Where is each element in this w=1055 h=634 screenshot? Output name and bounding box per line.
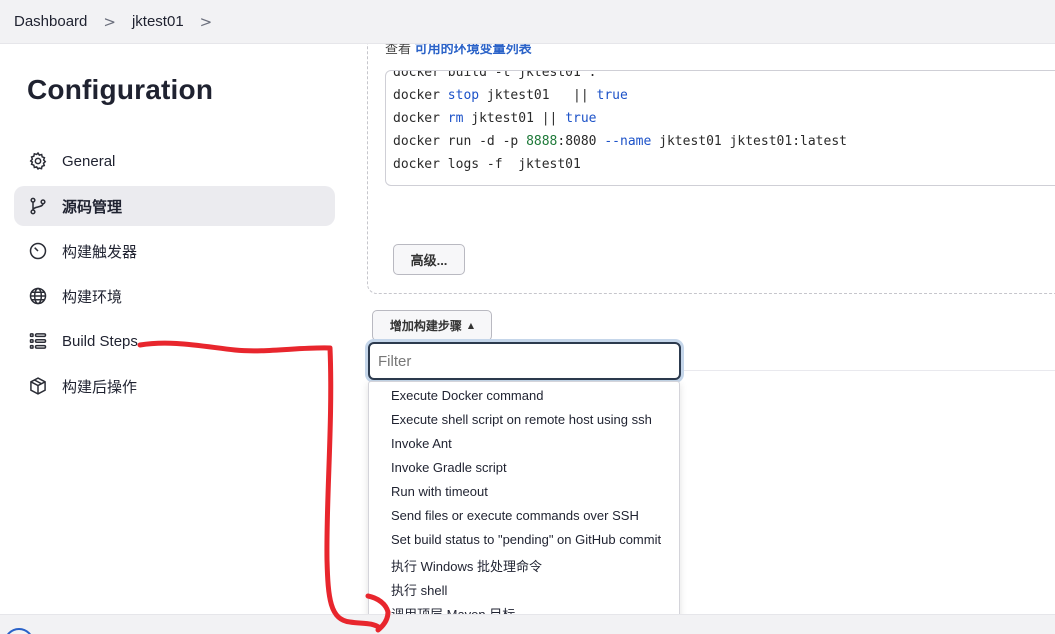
shell-command-editor[interactable]: docker build -t jktest01 . docker stop j…: [385, 70, 1055, 186]
sidebar: Configuration General 源码管理 构建触发器 构建环境 Bu…: [0, 44, 350, 614]
code-line: docker stop jktest01 || true: [393, 88, 628, 103]
package-icon: [27, 375, 49, 397]
code-line: docker rm jktest01 || true: [393, 111, 597, 126]
env-vars-hint: 查看 可用的环境变量列表: [385, 44, 532, 57]
filter-field[interactable]: [368, 342, 681, 380]
timer-icon: [27, 240, 49, 262]
sidebar-item-build-steps[interactable]: Build Steps: [14, 321, 335, 361]
code-line: docker build -t jktest01 .: [393, 70, 597, 80]
sidebar-item-general[interactable]: General: [14, 141, 335, 181]
menu-item-execute-docker[interactable]: Execute Docker command: [391, 388, 543, 403]
page-footer: [0, 614, 1055, 634]
menu-item-execute-shell-remote[interactable]: Execute shell script on remote host usin…: [391, 412, 652, 427]
globe-icon: [27, 285, 49, 307]
advanced-button[interactable]: 高级...: [393, 244, 465, 275]
sidebar-item-label: Build Steps: [62, 332, 138, 350]
filter-input[interactable]: [378, 352, 668, 370]
sidebar-item-build-environment[interactable]: 构建环境: [14, 276, 335, 316]
menu-item-run-with-timeout[interactable]: Run with timeout: [391, 484, 488, 499]
sidebar-item-post-build[interactable]: 构建后操作: [14, 366, 335, 406]
sidebar-item-label: 构建环境: [62, 288, 123, 306]
sidebar-item-build-triggers[interactable]: 构建触发器: [14, 231, 335, 271]
menu-item-set-build-status[interactable]: Set build status to "pending" on GitHub …: [391, 532, 661, 547]
page-title: Configuration: [27, 74, 214, 105]
env-vars-link[interactable]: 可用的环境变量列表: [415, 44, 532, 56]
menu-item-send-files-ssh[interactable]: Send files or execute commands over SSH: [391, 508, 639, 523]
menu-item-invoke-gradle[interactable]: Invoke Gradle script: [391, 460, 507, 475]
menu-item-execute-shell[interactable]: 执行 shell: [391, 580, 447, 599]
caret-up-icon: ▲: [467, 321, 475, 330]
breadcrumb-dashboard[interactable]: Dashboard: [14, 13, 87, 30]
breadcrumb-job[interactable]: jktest01: [132, 13, 184, 30]
add-build-step-label: 增加构建步骤: [389, 319, 462, 333]
sidebar-item-label: General: [62, 152, 116, 170]
code-line: docker logs -f jktest01: [393, 157, 581, 172]
sidebar-item-label: 构建后操作: [62, 378, 138, 396]
list-icon: [27, 330, 49, 352]
add-build-step-button[interactable]: 增加构建步骤 ▲: [372, 310, 492, 341]
breadcrumb: Dashboard > jktest01 >: [0, 0, 1055, 44]
sidebar-item-label: 构建触发器: [62, 243, 138, 261]
chevron-right-icon[interactable]: >: [200, 13, 213, 31]
build-step-menu: Execute Docker command Execute shell scr…: [368, 381, 680, 627]
code-line: docker run -d -p 8888:8080 --name jktest…: [393, 134, 847, 149]
divider: [680, 370, 1055, 371]
env-prefix: 查看: [385, 44, 412, 56]
sidebar-item-label: 源码管理: [62, 198, 123, 216]
branch-icon: [27, 195, 49, 217]
gear-icon: [27, 150, 49, 172]
chevron-right-icon: >: [103, 12, 116, 31]
menu-item-windows-batch[interactable]: 执行 Windows 批处理命令: [391, 556, 542, 575]
menu-item-invoke-ant[interactable]: Invoke Ant: [391, 436, 452, 451]
sidebar-item-source-control[interactable]: 源码管理: [14, 186, 335, 226]
